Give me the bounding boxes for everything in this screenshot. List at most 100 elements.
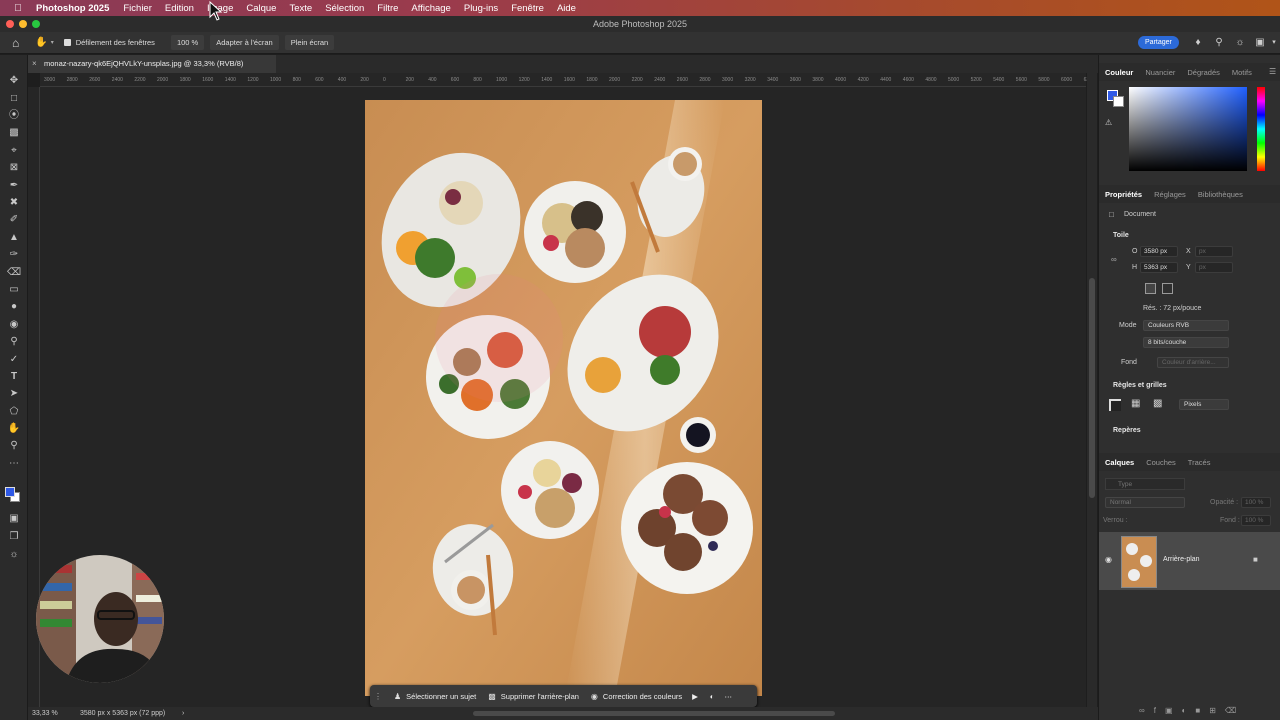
brush-tool-icon[interactable]: ✐ xyxy=(7,214,21,226)
link-icon[interactable]: ∞ xyxy=(1111,255,1117,264)
tab-couleur[interactable]: Couleur xyxy=(1105,68,1133,77)
mask-icon[interactable]: ◐ xyxy=(710,692,715,701)
link-layers-icon[interactable]: ∞ xyxy=(1139,706,1154,715)
width-field[interactable]: 3580 px xyxy=(1140,246,1178,257)
transform-icon[interactable]: ▶ xyxy=(692,692,698,701)
pixel-grid-icon[interactable]: ▩ xyxy=(1153,398,1162,409)
color-field[interactable] xyxy=(1129,87,1247,171)
select-subject-button[interactable]: ♟ Sélectionner un sujet xyxy=(394,692,476,701)
lasso-tool-icon[interactable]: ⦿ xyxy=(7,110,21,122)
lock-icon[interactable]: ■ xyxy=(1253,555,1258,564)
scroll-all-checkbox[interactable] xyxy=(63,39,71,46)
hue-slider[interactable] xyxy=(1257,87,1265,171)
opacity-field[interactable]: 100 % xyxy=(1241,497,1271,508)
eyedropper-tool-icon[interactable]: ✒ xyxy=(7,180,21,192)
layer-row[interactable]: ◉ Arrière-plan ■ xyxy=(1099,532,1280,590)
menu-selection[interactable]: Sélection xyxy=(325,3,364,14)
adjustment-icon[interactable]: ◐ xyxy=(1182,706,1196,715)
vertical-scrollbar[interactable] xyxy=(1087,73,1097,707)
drag-handle-icon[interactable]: ⋮ xyxy=(374,692,382,701)
menu-aide[interactable]: Aide xyxy=(557,3,576,14)
section-regles-grilles[interactable]: Règles et grilles xyxy=(1113,382,1167,389)
zoom-tool-icon[interactable]: ⚲ xyxy=(7,440,21,452)
zoom-window-button[interactable] xyxy=(32,20,40,28)
x-field[interactable]: px xyxy=(1195,246,1233,257)
search-icon[interactable]: ⚲ xyxy=(1213,37,1225,49)
hand-tool-icon[interactable]: ✋ xyxy=(35,37,47,48)
layer-fill-field[interactable]: 100 % xyxy=(1241,515,1271,526)
sponge-tool-icon[interactable]: ⚲ xyxy=(7,336,21,348)
grid-icon[interactable]: ▦ xyxy=(1131,398,1140,409)
visibility-eye-icon[interactable]: ◉ xyxy=(1105,555,1112,564)
screen-mode-icon[interactable]: ❐ xyxy=(7,531,21,543)
tab-calques[interactable]: Calques xyxy=(1105,458,1134,467)
height-field[interactable]: 5363 px xyxy=(1140,262,1178,273)
layer-name[interactable]: Arrière-plan xyxy=(1163,556,1200,563)
delete-icon[interactable]: ⌫ xyxy=(1225,706,1245,715)
menu-fichier[interactable]: Fichier xyxy=(123,3,152,14)
minimize-window-button[interactable] xyxy=(19,20,27,28)
pen-tool-icon[interactable]: ✓ xyxy=(7,354,21,366)
menu-filtre[interactable]: Filtre xyxy=(377,3,398,14)
menu-fenetre[interactable]: Fenêtre xyxy=(511,3,544,14)
workspace-icon[interactable]: ▣ xyxy=(1254,37,1266,49)
portrait-icon[interactable] xyxy=(1145,283,1156,294)
lightbulb-icon[interactable]: ☼ xyxy=(1234,37,1246,49)
bell-icon[interactable]: ♦ xyxy=(1192,37,1204,49)
full-screen-button[interactable]: Plein écran xyxy=(284,35,335,50)
chevron-right-icon[interactable]: › xyxy=(182,707,184,720)
fill-select[interactable]: Couleur d'arrière... xyxy=(1157,357,1229,368)
tab-reglages[interactable]: Réglages xyxy=(1154,190,1186,199)
tab-bibliotheques[interactable]: Bibliothèques xyxy=(1198,190,1243,199)
more-tools-icon[interactable]: ⋯ xyxy=(7,458,21,470)
document-image[interactable] xyxy=(365,100,762,696)
scroll-thumb[interactable] xyxy=(1089,278,1095,498)
shape-tool-icon[interactable]: ⬠ xyxy=(7,406,21,418)
apple-icon[interactable]:  xyxy=(10,3,26,14)
mode-select[interactable]: Couleurs RVB xyxy=(1143,320,1229,331)
menu-edition[interactable]: Edition xyxy=(165,3,194,14)
share-button[interactable]: Partager xyxy=(1138,36,1179,49)
group-icon[interactable]: ■ xyxy=(1195,706,1209,715)
close-icon[interactable]: × xyxy=(32,55,37,73)
section-toile[interactable]: Toile xyxy=(1113,232,1129,239)
hand-tool-icon[interactable]: ✋ xyxy=(7,423,21,435)
menu-texte[interactable]: Texte xyxy=(289,3,312,14)
more-options-icon[interactable]: ⋯ xyxy=(724,692,732,701)
mask-add-icon[interactable]: ▣ xyxy=(1165,706,1182,715)
type-tool-icon[interactable]: T xyxy=(7,371,21,383)
chevron-down-icon[interactable]: ▾ xyxy=(1268,37,1280,49)
tab-couches[interactable]: Couches xyxy=(1146,458,1176,467)
healing-tool-icon[interactable]: ✖ xyxy=(7,197,21,209)
color-correction-button[interactable]: ◉ Correction des couleurs xyxy=(591,692,682,701)
tab-degrades[interactable]: Dégradés xyxy=(1187,68,1220,77)
new-layer-icon[interactable]: ⊞ xyxy=(1209,706,1225,715)
zoom-100-button[interactable]: 100 % xyxy=(170,35,205,50)
eraser-tool-icon[interactable]: ⌫ xyxy=(7,267,21,279)
menu-affichage[interactable]: Affichage xyxy=(411,3,450,14)
document-tab[interactable]: × monaz-nazary-qk6EjQHVLkY-unsplas.jpg @… xyxy=(28,55,276,73)
fit-screen-button[interactable]: Adapter à l'écran xyxy=(210,35,279,50)
quick-mask-icon[interactable]: ▣ xyxy=(7,513,21,525)
section-reperes[interactable]: Repères xyxy=(1113,427,1141,434)
fx-icon[interactable]: f xyxy=(1154,706,1165,715)
layer-search-input[interactable] xyxy=(1105,478,1185,490)
home-icon[interactable]: ⌂ xyxy=(12,36,19,50)
landscape-icon[interactable] xyxy=(1162,283,1173,294)
tab-traces[interactable]: Tracés xyxy=(1188,458,1211,467)
stamp-tool-icon[interactable]: ▲ xyxy=(7,232,21,244)
gradient-tool-icon[interactable]: ▭ xyxy=(7,284,21,296)
tab-proprietes[interactable]: Propriétés xyxy=(1105,190,1142,199)
history-brush-tool-icon[interactable]: ✑ xyxy=(7,249,21,261)
remove-background-button[interactable]: ▩ Supprimer l'arrière-plan xyxy=(488,692,579,701)
tab-motifs[interactable]: Motifs xyxy=(1232,68,1252,77)
path-select-tool-icon[interactable]: ➤ xyxy=(7,388,21,400)
close-window-button[interactable] xyxy=(6,20,14,28)
chevron-down-icon[interactable]: ▾ xyxy=(51,39,54,46)
rulers-toggle-icon[interactable] xyxy=(1109,399,1121,411)
generative-icon[interactable]: ☼ xyxy=(7,549,21,561)
frame-tool-icon[interactable]: ⊠ xyxy=(7,162,21,174)
marquee-tool-icon[interactable]: □ xyxy=(7,93,21,105)
tab-nuancier[interactable]: Nuancier xyxy=(1145,68,1175,77)
menu-calque[interactable]: Calque xyxy=(246,3,276,14)
